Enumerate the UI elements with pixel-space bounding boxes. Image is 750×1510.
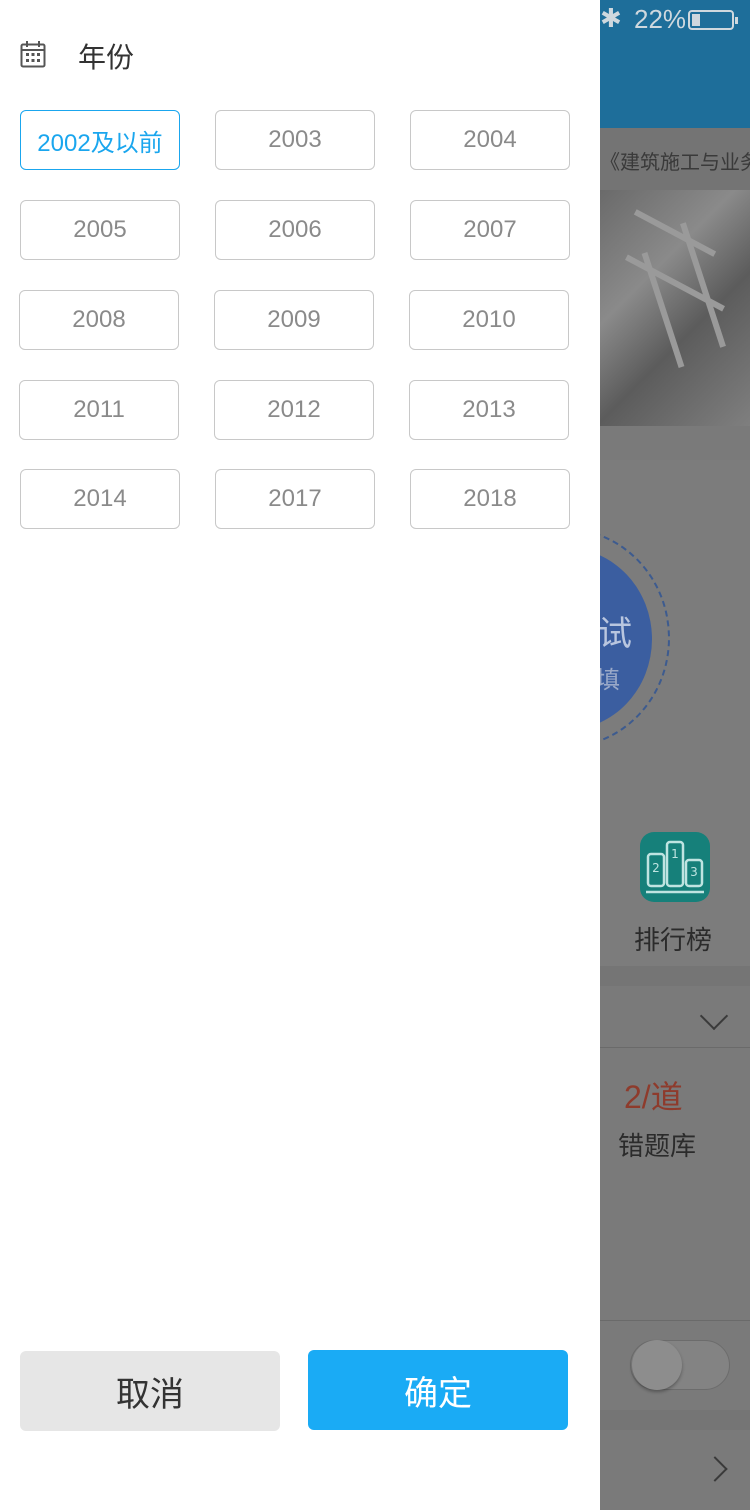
battery-icon <box>688 10 738 30</box>
year-option[interactable]: 2005 <box>20 200 180 260</box>
bluetooth-icon: ✱ <box>600 4 622 34</box>
battery-percent: 22% <box>634 4 687 34</box>
drawer-title: 年份 <box>78 41 135 74</box>
building-image <box>600 190 750 426</box>
section-gap <box>600 966 750 986</box>
year-option[interactable]: 2003 <box>215 110 375 170</box>
circle-text-primary: 试 <box>598 614 632 654</box>
year-option[interactable]: 2011 <box>19 380 179 440</box>
ranking-icon[interactable]: 2 1 3 <box>640 832 710 902</box>
year-option[interactable]: 2013 <box>409 380 569 440</box>
ranking-label: 排行榜 <box>634 926 713 956</box>
battery-level <box>692 14 700 26</box>
divider <box>600 1320 750 1321</box>
year-option[interactable]: 2017 <box>215 469 375 529</box>
year-option[interactable]: 2012 <box>214 380 374 440</box>
svg-text:2: 2 <box>652 861 660 875</box>
year-option[interactable]: 2008 <box>19 290 179 350</box>
year-option[interactable]: 2018 <box>410 469 570 529</box>
year-option[interactable]: 2007 <box>410 200 570 260</box>
wrong-count: 2/道 <box>624 1079 683 1115</box>
year-option[interactable]: 2004 <box>410 110 570 170</box>
wrong-questions-label: 错题库 <box>618 1132 697 1162</box>
year-option[interactable]: 2010 <box>409 290 569 350</box>
chevron-right-icon <box>702 1456 728 1482</box>
calendar-icon <box>20 41 46 68</box>
year-filter-drawer: 年份 2002及以前 2003 2004 2005 2006 2007 2008… <box>0 0 600 1510</box>
year-option[interactable]: 2002及以前 <box>20 110 180 170</box>
section-gap <box>600 1410 750 1430</box>
collapsible-row[interactable] <box>600 986 750 1048</box>
year-option[interactable]: 2014 <box>20 469 180 529</box>
cancel-button[interactable]: 取消 <box>20 1351 280 1431</box>
year-option[interactable]: 2009 <box>214 290 374 350</box>
confirm-button[interactable]: 确定 <box>308 1350 568 1430</box>
year-option[interactable]: 2006 <box>215 200 375 260</box>
svg-text:3: 3 <box>690 865 698 879</box>
svg-text:1: 1 <box>671 847 679 861</box>
toggle-knob <box>632 1340 682 1390</box>
banner-text: 《建筑施工与业务 <box>600 150 750 174</box>
